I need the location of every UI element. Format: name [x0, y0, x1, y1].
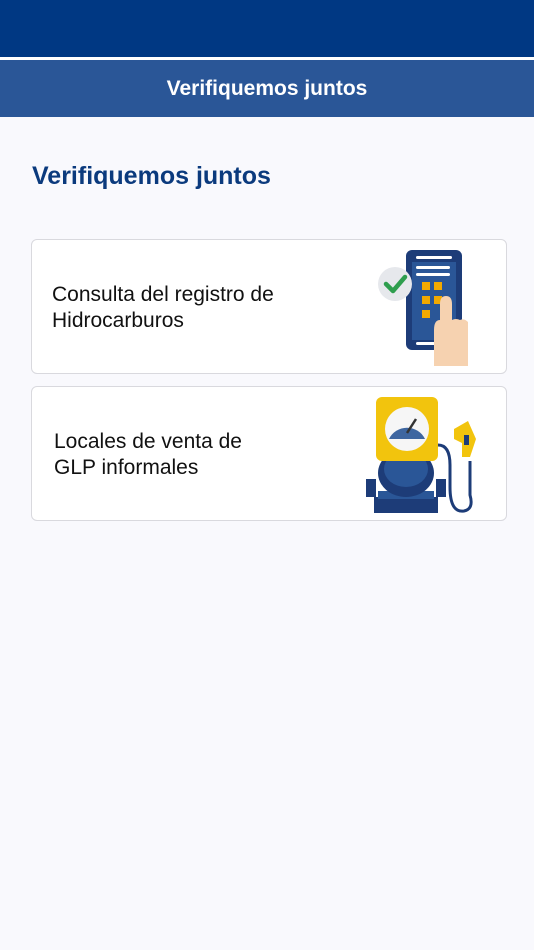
page-title: Verifiquemos juntos: [32, 162, 271, 190]
card-label-line1: Locales de venta de: [54, 430, 242, 453]
card-informal-glp-sellers[interactable]: Locales de venta de GLP informales: [31, 386, 507, 521]
card-label-line2: GLP informales: [54, 456, 199, 479]
navigation-bar: Verifiquemos juntos: [0, 60, 534, 117]
phone-check-icon: [376, 248, 476, 373]
card-label-line2: Hidrocarburos: [52, 309, 184, 332]
card-hydrocarbon-registry[interactable]: Consulta del registro de Hidrocarburos: [31, 239, 507, 374]
fuel-pump-icon: [366, 395, 476, 520]
card-label: Consulta del registro de Hidrocarburos: [52, 282, 322, 334]
card-label-line1: Consulta del registro de: [52, 283, 274, 306]
status-bar: [0, 0, 534, 57]
nav-title: Verifiquemos juntos: [166, 76, 368, 100]
card-label: Locales de venta de GLP informales: [54, 429, 324, 481]
